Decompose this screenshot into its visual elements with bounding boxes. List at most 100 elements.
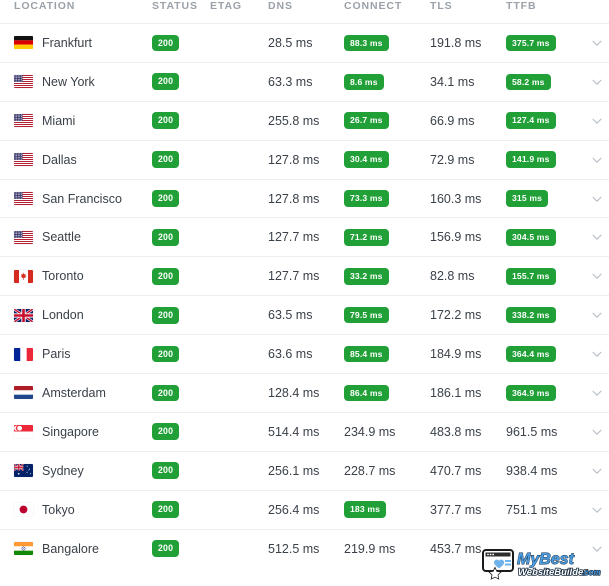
expand-cell[interactable]	[588, 257, 609, 296]
expand-cell[interactable]	[588, 335, 609, 374]
expand-cell[interactable]	[588, 412, 609, 451]
chevron-down-icon[interactable]	[590, 347, 604, 361]
tls-cell: 156.9 ms	[430, 218, 506, 257]
table-row[interactable]: Tokyo 200 256.4 ms 183 ms 377.7 ms 751.1 ms	[0, 490, 609, 529]
etag-cell	[210, 62, 268, 101]
connect-cell-value: 234.9 ms	[344, 424, 396, 439]
expand-cell[interactable]	[588, 179, 609, 218]
column-header-etag[interactable]: ETAG	[210, 0, 268, 24]
status-cell: 200	[152, 412, 210, 451]
tls-cell-value: 34.1 ms	[430, 74, 475, 89]
location-label: Bangalore	[42, 541, 99, 556]
location-label: Singapore	[42, 424, 99, 439]
expand-cell[interactable]	[588, 140, 609, 179]
ttfb-cell-badge: 375.7 ms	[506, 34, 556, 52]
connect-cell: 30.4 ms	[344, 140, 430, 179]
table-row[interactable]: Dallas 200 127.8 ms 30.4 ms 72.9 ms 141.9 ms	[0, 140, 609, 179]
column-header-ttfb[interactable]: TTFB	[506, 0, 588, 24]
expand-cell[interactable]	[588, 296, 609, 335]
status-cell: 200	[152, 451, 210, 490]
table-row[interactable]: New York 200 63.3 ms 8.6 ms 34.1 ms 58.2 ms	[0, 62, 609, 101]
chevron-down-icon[interactable]	[590, 75, 604, 89]
location-label: Frankfurt	[42, 35, 93, 50]
column-header-status[interactable]: STATUS	[152, 0, 210, 24]
status-cell: 200	[152, 179, 210, 218]
expand-cell[interactable]	[588, 490, 609, 529]
dns-cell-value: 127.7 ms	[268, 269, 320, 284]
chevron-down-icon[interactable]	[590, 230, 604, 244]
status-badge: 200	[152, 384, 180, 402]
table-row[interactable]: Miami 200 255.8 ms 26.7 ms 66.9 ms 127.4 ms	[0, 101, 609, 140]
ttfb-cell-badge: 364.9 ms	[506, 384, 556, 402]
table-row[interactable]: San Francisco 200 127.8 ms 73.3 ms 160.3 ms 3…	[0, 179, 609, 218]
connect-cell-badge: 30.4 ms	[344, 151, 389, 168]
expand-cell[interactable]	[588, 529, 609, 568]
ttfb-cell: 155.7 ms	[506, 257, 588, 296]
table-row[interactable]: Bangalore 200 512.5 ms 219.9 ms 453.7 ms	[0, 529, 609, 568]
dns-cell: 512.5 ms	[268, 529, 344, 568]
connect-cell-badge: 8.6 ms	[344, 73, 384, 91]
column-header-connect[interactable]: CONNECT	[344, 0, 430, 24]
chevron-down-icon[interactable]	[590, 386, 604, 400]
table-row[interactable]: Frankfurt 200 28.5 ms 88.3 ms 191.8 ms 375.7 …	[0, 23, 609, 63]
chevron-down-icon[interactable]	[590, 464, 604, 478]
expand-cell[interactable]	[588, 451, 609, 490]
tls-cell-value: 483.8 ms	[430, 424, 482, 439]
dns-cell-value: 255.8 ms	[268, 113, 320, 128]
ttfb-cell: 751.1 ms	[506, 490, 588, 529]
ttfb-cell: 338.2 ms	[506, 296, 588, 335]
table-row[interactable]: Sydney 200 256.1 ms 228.7 ms 470.7 ms 938.4 m…	[0, 451, 609, 490]
flag-icon-us	[14, 230, 33, 244]
expand-cell[interactable]	[588, 24, 609, 63]
flag-icon-in	[14, 542, 33, 556]
ttfb-cell-value: 961.5 ms	[506, 424, 558, 439]
ttfb-cell-badge: 141.9 ms	[506, 151, 556, 168]
etag-cell	[210, 335, 268, 374]
table-row[interactable]: Singapore 200 514.4 ms 234.9 ms 483.8 ms 961.…	[0, 412, 609, 451]
tls-cell: 377.7 ms	[430, 490, 506, 529]
tls-cell: 470.7 ms	[430, 451, 506, 490]
chevron-down-icon[interactable]	[590, 542, 604, 556]
chevron-down-icon[interactable]	[590, 503, 604, 517]
etag-cell	[210, 374, 268, 413]
column-header-tls[interactable]: TLS	[430, 0, 506, 24]
etag-cell	[210, 529, 268, 568]
connect-cell: 85.4 ms	[344, 335, 430, 374]
tls-cell-value: 191.8 ms	[430, 35, 482, 50]
tls-cell-value: 377.7 ms	[430, 502, 482, 517]
flag-icon-nl	[14, 386, 33, 400]
status-cell: 200	[152, 218, 210, 257]
chevron-down-icon[interactable]	[590, 36, 604, 50]
expand-cell[interactable]	[588, 218, 609, 257]
expand-cell[interactable]	[588, 374, 609, 413]
location-label: New York	[42, 74, 95, 89]
tls-cell-value: 453.7 ms	[430, 541, 482, 556]
table-row[interactable]: Amsterdam 200 128.4 ms 86.4 ms 186.1 ms 364.9…	[0, 373, 609, 413]
status-badge: 200	[152, 34, 180, 52]
chevron-down-icon[interactable]	[590, 153, 604, 167]
connect-cell: 33.2 ms	[344, 257, 430, 296]
column-header-dns[interactable]: DNS	[268, 0, 344, 24]
tls-cell-value: 66.9 ms	[430, 113, 475, 128]
status-badge: 200	[152, 151, 180, 169]
ttfb-cell-badge: 127.4 ms	[506, 112, 556, 130]
table-row[interactable]: London 200 63.5 ms 79.5 ms 172.2 ms 338.2 ms	[0, 295, 609, 335]
table-row[interactable]: Paris 200 63.6 ms 85.4 ms 184.9 ms 364.4 ms	[0, 334, 609, 374]
chevron-down-icon[interactable]	[590, 425, 604, 439]
table-row[interactable]: Toronto 200 127.7 ms 33.2 ms 82.8 ms 155.7 ms	[0, 256, 609, 296]
connect-cell-badge: 79.5 ms	[344, 306, 389, 324]
table-row[interactable]: Seattle 200 127.7 ms 71.2 ms 156.9 ms 304.5 m…	[0, 217, 609, 257]
chevron-down-icon[interactable]	[590, 269, 604, 283]
chevron-down-icon[interactable]	[590, 114, 604, 128]
status-cell: 200	[152, 24, 210, 63]
expand-cell[interactable]	[588, 62, 609, 101]
dns-cell-value: 28.5 ms	[268, 35, 313, 50]
chevron-down-icon[interactable]	[590, 308, 604, 322]
ttfb-cell-value: 751.1 ms	[506, 502, 558, 517]
expand-cell[interactable]	[588, 101, 609, 140]
dns-cell: 63.5 ms	[268, 296, 344, 335]
chevron-down-icon[interactable]	[590, 192, 604, 206]
column-header-location[interactable]: LOCATION	[0, 0, 152, 24]
table-body: Frankfurt 200 28.5 ms 88.3 ms 191.8 ms 375.7 …	[0, 23, 609, 568]
connect-cell: 26.7 ms	[344, 101, 430, 140]
